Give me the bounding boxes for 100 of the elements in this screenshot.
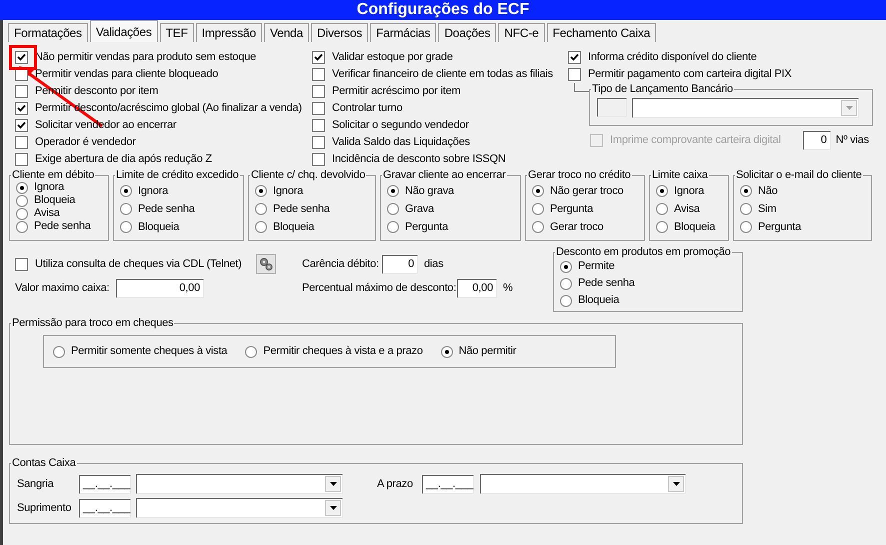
radio-button[interactable] — [387, 221, 399, 233]
radio-button[interactable] — [120, 221, 132, 233]
option-label: Ignora — [34, 180, 64, 195]
option-label: Operador é vendedor — [35, 135, 136, 150]
radio-button[interactable] — [387, 185, 399, 197]
window-title: Configurações do ECF — [0, 0, 886, 20]
radio-button[interactable] — [255, 203, 267, 215]
option-label: Permitir cheques à vista e a prazo — [263, 344, 423, 360]
option-label: Permite — [578, 259, 614, 274]
group-title: Permissão para troco em cheques — [11, 317, 174, 329]
radio-button[interactable] — [53, 346, 65, 358]
checkbox[interactable] — [15, 119, 28, 132]
option-label: Exige abertura de dia após redução Z — [35, 152, 212, 168]
radio-button[interactable] — [16, 182, 28, 194]
group-title: Gerar troco no crédito — [527, 169, 632, 181]
tab[interactable]: Fechamento Caixa — [546, 23, 656, 42]
option-label: Utiliza consulta de cheques via CDL (Telnet) — [35, 258, 242, 270]
input-field[interactable]: 0 — [802, 131, 831, 150]
tab[interactable]: Formatações — [8, 23, 88, 42]
radio-button[interactable] — [120, 203, 132, 215]
option-label: Pergunta — [550, 202, 594, 217]
option-label: Solicitar o segundo vendedor — [332, 118, 469, 134]
checkbox[interactable] — [312, 153, 325, 166]
radio-button[interactable] — [16, 194, 28, 206]
checkbox[interactable] — [15, 136, 28, 149]
tab[interactable]: TEF — [160, 23, 194, 42]
checkbox[interactable] — [312, 85, 325, 98]
field-label: Suprimento — [17, 502, 72, 514]
field-label: Carência débito: — [302, 258, 379, 270]
input-field[interactable]: __.__.___ — [422, 474, 474, 494]
option-label: Sim — [758, 202, 776, 217]
option-label: Ignora — [138, 184, 168, 199]
combo-box[interactable] — [480, 474, 686, 494]
tab[interactable]: Diversos — [311, 23, 368, 42]
tab[interactable]: Impressão — [196, 23, 262, 42]
checkbox[interactable] — [15, 153, 28, 166]
radio-button[interactable] — [740, 221, 752, 233]
radio-button[interactable] — [560, 294, 572, 306]
option-label: Bloqueia — [578, 293, 620, 308]
radio-button[interactable] — [532, 203, 544, 215]
checkbox[interactable] — [15, 258, 28, 270]
radio-button[interactable] — [656, 203, 668, 215]
group-title: Contas Caixa — [11, 457, 77, 469]
field-label: Valor maximo caixa: — [15, 282, 110, 294]
radio-button[interactable] — [245, 346, 258, 358]
combo-box[interactable] — [136, 498, 343, 518]
checkbox[interactable] — [312, 119, 325, 132]
radio-button[interactable] — [255, 221, 267, 233]
radio-button[interactable] — [740, 185, 752, 197]
unit-label: % — [503, 282, 513, 294]
radio-button[interactable] — [16, 208, 28, 220]
option-label: Solicitar vendedor ao encerrar — [35, 118, 176, 134]
option-label: Grava — [405, 202, 434, 217]
input-field[interactable]: __.__.___ — [79, 498, 131, 518]
input-field[interactable]: 0 — [382, 254, 418, 274]
input-field[interactable]: 0,00 — [116, 279, 204, 298]
radio-button[interactable] — [532, 185, 544, 197]
checkbox[interactable] — [312, 68, 325, 81]
checkbox[interactable] — [15, 51, 28, 64]
checkbox[interactable] — [312, 102, 325, 115]
highlight-frame — [9, 45, 37, 70]
tab[interactable]: Doações — [438, 23, 496, 42]
radio-button[interactable] — [560, 260, 572, 272]
option-label: Verificar financeiro de cliente em todas as filiais — [332, 67, 553, 82]
checkbox[interactable] — [568, 68, 581, 81]
input-field[interactable]: __.__.___ — [79, 474, 131, 494]
checkbox[interactable] — [568, 51, 581, 64]
option-label: Pede senha — [34, 219, 91, 234]
option-label: Não grava — [405, 184, 454, 199]
checkbox[interactable] — [15, 102, 28, 115]
radio-button[interactable] — [532, 221, 544, 233]
radio-button[interactable] — [740, 203, 752, 215]
checkbox[interactable] — [312, 51, 325, 64]
tab[interactable]: Farmácias — [370, 23, 436, 42]
radio-button[interactable] — [255, 185, 267, 197]
group-title: Cliente em débito — [11, 169, 96, 181]
radio-button[interactable] — [16, 220, 28, 232]
settings-button[interactable] — [256, 254, 276, 274]
gears-icon — [258, 257, 273, 271]
radio-button[interactable] — [656, 221, 668, 233]
tab[interactable]: Validações — [90, 20, 158, 42]
option-label: Pede senha — [578, 276, 635, 292]
option-label: Permitir vendas para cliente bloqueado — [35, 67, 218, 82]
combo-box[interactable] — [136, 474, 343, 494]
radio-button[interactable] — [656, 185, 668, 197]
input-field[interactable]: 0,00 — [457, 279, 497, 298]
checkbox[interactable] — [15, 85, 28, 98]
field-label: A prazo — [377, 478, 413, 490]
radio-button[interactable] — [560, 278, 572, 290]
radio-button[interactable] — [120, 185, 132, 197]
checkbox[interactable] — [312, 136, 325, 149]
option-label: Bloqueia — [34, 193, 76, 208]
group-title: Cliente c/ chq. devolvido — [250, 169, 366, 181]
option-label: Permitir pagamento com carteira digital PIX — [588, 67, 792, 82]
connector-line — [574, 83, 589, 92]
tab[interactable]: NFC-e — [498, 23, 545, 42]
radio-button[interactable] — [387, 203, 399, 215]
option-label: Não permitir — [458, 344, 516, 360]
radio-button[interactable] — [440, 346, 453, 358]
tab[interactable]: Venda — [264, 23, 310, 42]
